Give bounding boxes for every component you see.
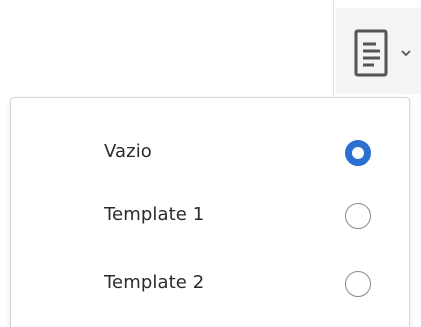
template-option-vazio[interactable]: Vazio bbox=[11, 123, 409, 183]
option-label: Vazio bbox=[104, 141, 152, 162]
toolbar bbox=[0, 0, 421, 97]
radio-button[interactable] bbox=[345, 203, 371, 229]
option-label: Template 1 bbox=[104, 204, 205, 225]
radio-button[interactable] bbox=[345, 271, 371, 297]
template-dropdown-menu: Vazio Template 1 Template 2 bbox=[10, 97, 410, 327]
document-lines-icon bbox=[354, 29, 388, 77]
template-option-template-2[interactable]: Template 2 bbox=[11, 254, 409, 314]
toolbar-divider bbox=[333, 0, 334, 97]
template-picker-button[interactable] bbox=[336, 8, 421, 94]
chevron-down-icon bbox=[401, 50, 411, 57]
radio-button-selected[interactable] bbox=[345, 140, 371, 166]
template-option-template-1[interactable]: Template 1 bbox=[11, 186, 409, 246]
option-label: Template 2 bbox=[104, 272, 205, 293]
template-picker-screen: Vazio Template 1 Template 2 bbox=[0, 0, 421, 327]
